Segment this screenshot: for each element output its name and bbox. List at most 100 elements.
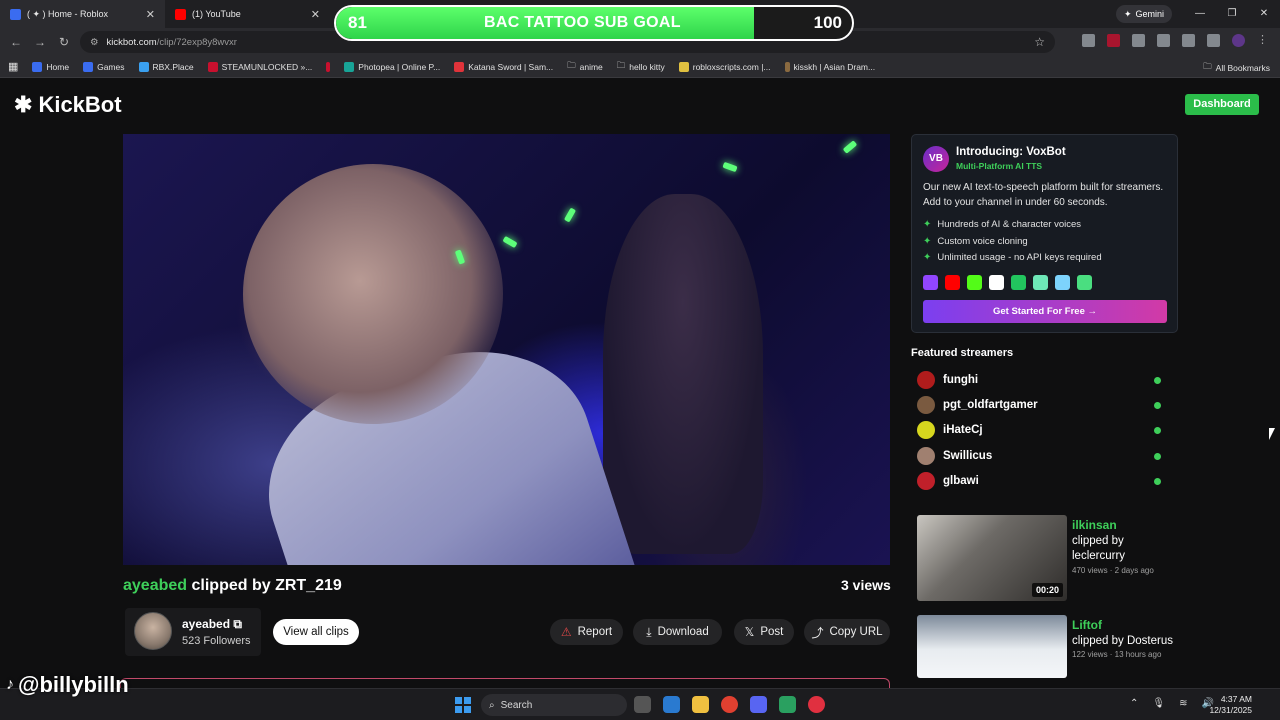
windows-start-icon[interactable] (455, 697, 471, 713)
clip-channel-link[interactable]: ayeabed (123, 577, 187, 594)
report-label: Report (577, 626, 613, 638)
gemini-label: Gemini (1135, 9, 1164, 19)
clip-thumbnail[interactable]: 00:20 (917, 515, 1067, 601)
wifi-icon[interactable]: ≋ (1179, 698, 1187, 709)
kick-icon (967, 275, 982, 290)
bookmark-folder-anime[interactable]: 🗀 anime (567, 60, 603, 74)
bookmark-rbxplace[interactable]: RBX.Place (138, 61, 194, 72)
rbxplace-icon (138, 61, 149, 72)
voxbot-promo-card: VB Introducing: VoxBot Multi-Platform AI… (911, 134, 1178, 333)
puzzle-icon[interactable] (1132, 34, 1145, 47)
steamunlocked-icon (207, 61, 218, 72)
bookmark-home[interactable]: Home (32, 61, 69, 72)
sidepanel-icon[interactable] (1157, 34, 1170, 47)
bookmark-photopea[interactable]: Photopea | Online P... (344, 61, 440, 72)
kickbot-logo[interactable]: ✱ KickBot (14, 92, 122, 118)
bookmark-games[interactable]: Games (83, 61, 125, 72)
get-started-button[interactable]: Get Started For Free → (923, 300, 1167, 323)
bookmark-folder-hello-kitty[interactable]: 🗀 hello kitty (617, 60, 665, 74)
extension-icons: ⋮ (1082, 34, 1270, 47)
all-bookmarks[interactable]: 🗀 All Bookmarks (1203, 61, 1270, 75)
minimize-icon[interactable]: — (1184, 0, 1216, 28)
download-button[interactable]: ⤓ Download (633, 619, 722, 645)
platform-icon (1033, 275, 1048, 290)
featured-streamer[interactable]: glbawi (917, 471, 1164, 491)
avatar (917, 447, 935, 465)
task-view-icon[interactable] (634, 696, 651, 713)
live-indicator (1154, 401, 1161, 409)
featured-streamers-heading: Featured streamers (911, 347, 1014, 359)
bookmark-steamunlocked[interactable]: STEAMUNLOCKED »... (207, 61, 313, 72)
clip-streamer[interactable]: ilkinsan (1072, 518, 1117, 532)
creator-card[interactable]: ayeabed ⧉ 523 Followers (125, 608, 261, 656)
report-button[interactable]: ⚠ Report (550, 619, 623, 645)
folder-icon: 🗀 (567, 59, 576, 70)
avatar (134, 612, 172, 650)
site-info-icon[interactable]: ⚙ (90, 37, 99, 48)
bookmark-kisskh[interactable]: kisskh | Asian Dram... (784, 61, 876, 72)
back-icon[interactable]: ← (4, 35, 28, 49)
close-window-icon[interactable]: ✕ (1248, 0, 1280, 28)
forward-icon[interactable]: → (28, 35, 52, 49)
goal-title: BAC TATTOO SUB GOAL (484, 14, 681, 31)
feature-item: ✦ Custom voice cloning (923, 236, 1028, 247)
chevron-up-icon[interactable]: ⌃ (1130, 698, 1138, 709)
copy-url-button[interactable]: ⤴ Copy URL (804, 619, 890, 645)
tab-youtube[interactable]: (1) YouTube ✕ (165, 0, 330, 28)
view-all-clips-button[interactable]: View all clips (273, 619, 359, 645)
reading-list-icon[interactable] (1207, 34, 1220, 47)
featured-streamer[interactable]: iHateCj (917, 420, 1164, 440)
dashboard-button[interactable]: Dashboard (1185, 94, 1259, 115)
chrome-icon[interactable] (721, 696, 738, 713)
video-person (603, 194, 763, 554)
bookmark-label: kisskh | Asian Dram... (793, 61, 876, 72)
download-icon[interactable] (1182, 34, 1195, 47)
clip-streamer[interactable]: Liftof (1072, 618, 1102, 632)
post-button[interactable]: 𝕏 Post (734, 619, 794, 645)
roblox-icon (83, 61, 94, 72)
app-icon[interactable] (779, 696, 796, 713)
related-clip[interactable]: Liftof clipped by Dosterus 122 views · 1… (917, 615, 1177, 678)
bookmark-star-icon[interactable]: ☆ (1034, 35, 1045, 49)
related-clip[interactable]: 00:20 ilkinsan clipped by leclercurry 47… (917, 515, 1177, 601)
reload-icon[interactable]: ↻ (52, 35, 76, 49)
twitch-icon (923, 275, 938, 290)
avatar (917, 421, 935, 439)
file-explorer-icon[interactable] (692, 696, 709, 713)
featured-streamer[interactable]: Swillicus (917, 446, 1164, 466)
youtube-icon (945, 275, 960, 290)
close-icon[interactable]: ✕ (311, 8, 320, 21)
discord-icon[interactable] (750, 696, 767, 713)
opera-icon[interactable] (808, 696, 825, 713)
taskbar-search[interactable]: ⌕ Search (481, 694, 627, 716)
clip-thumbnail[interactable] (917, 615, 1067, 678)
extension-icon[interactable] (1107, 34, 1120, 47)
featured-streamer[interactable]: pgt_oldfartgamer (917, 395, 1164, 415)
tab-title: ( ✦ ) Home - Roblox (27, 8, 109, 19)
menu-kebab-icon[interactable]: ⋮ (1257, 34, 1270, 47)
profile-avatar-icon[interactable] (1232, 34, 1245, 47)
red-favicon-icon (326, 61, 331, 72)
bookmark-robloxscripts[interactable]: robloxscripts.com |... (678, 61, 771, 72)
sparkle-icon: ✦ (923, 236, 932, 247)
taskbar-clock[interactable]: 4:37 AM 12/31/2025 (1208, 694, 1252, 716)
avatar (917, 371, 935, 389)
close-icon[interactable]: ✕ (146, 8, 155, 21)
bookmark-unnamed[interactable] (326, 61, 331, 72)
gemini-button[interactable]: ✦ Gemini (1115, 5, 1172, 23)
tab-roblox[interactable]: ( ✦ ) Home - Roblox ✕ (0, 0, 165, 28)
featured-streamer[interactable]: funghi (917, 370, 1164, 390)
microphone-icon[interactable]: 🎙 (1152, 698, 1165, 709)
rumble-icon (1011, 275, 1026, 290)
creator-name[interactable]: ayeabed ⧉ (182, 617, 242, 632)
apps-grid-icon[interactable]: ▦ (8, 60, 18, 73)
widgets-icon[interactable] (663, 696, 680, 713)
bookmark-katana[interactable]: Katana Sword | Sam... (454, 61, 553, 72)
extension-icon[interactable] (1082, 34, 1095, 47)
bookmark-label: STEAMUNLOCKED »... (221, 61, 313, 72)
clip-video-player[interactable] (123, 134, 890, 565)
photopea-icon (344, 61, 355, 72)
goal-target: 100 (813, 13, 842, 32)
clip-clipper: clipped by leclercurry (1072, 535, 1126, 562)
restore-icon[interactable]: ❐ (1216, 0, 1248, 28)
